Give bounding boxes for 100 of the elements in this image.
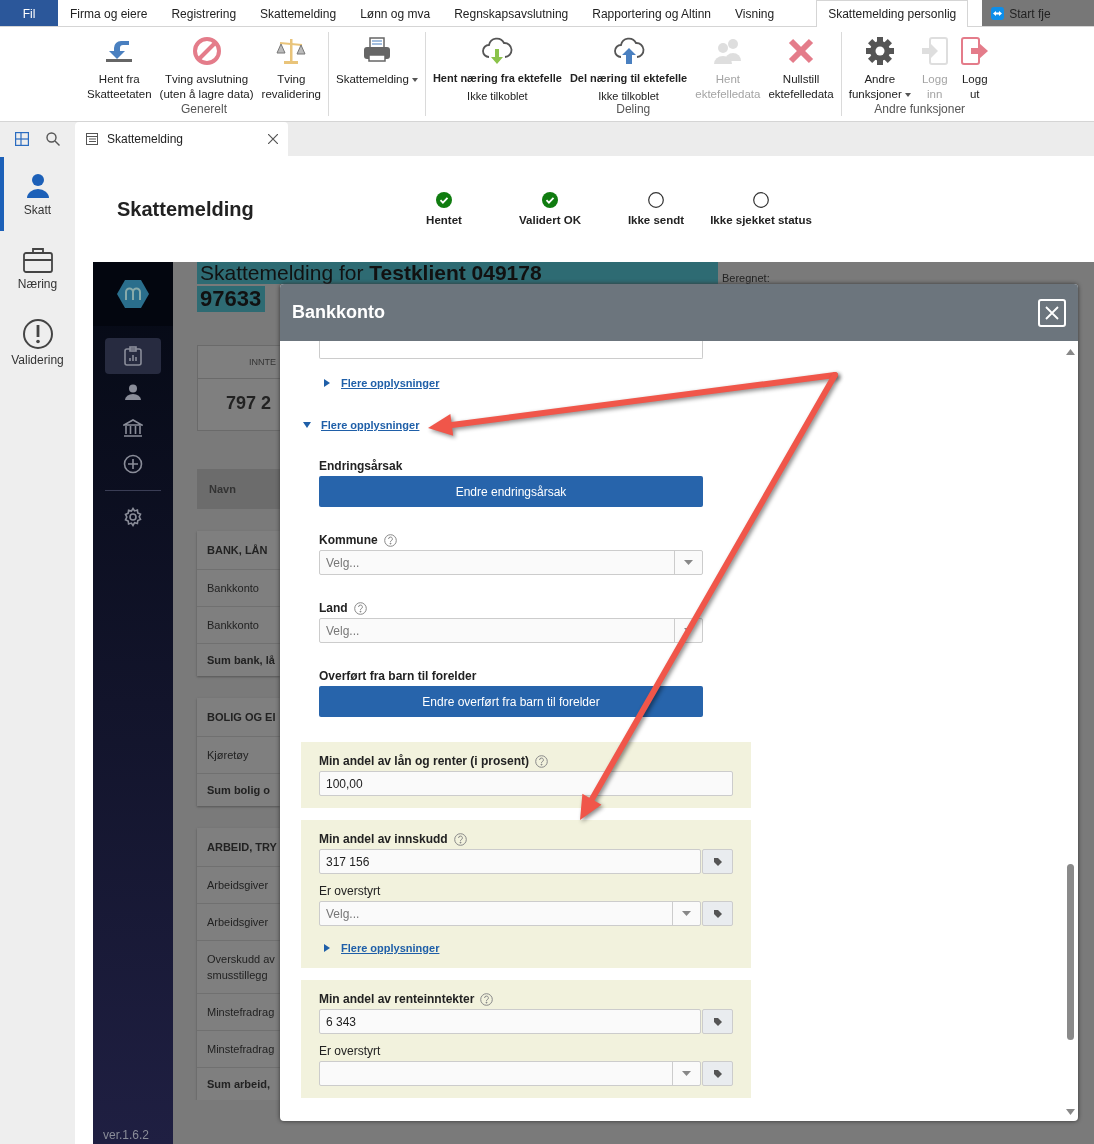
ribbon-button[interactable]: Tving revalidering	[257, 32, 325, 102]
dialog-title: Bankkonto	[292, 302, 385, 323]
settings-icon	[123, 507, 143, 527]
ribbon-button[interactable]: Logg ut	[954, 32, 995, 102]
cloud-upload-icon	[612, 35, 645, 67]
sum-cell: Sum arbeid,	[207, 1078, 270, 1090]
ribbon-button[interactable]: Skattemelding	[332, 32, 422, 100]
scrollbar-thumb[interactable]	[1067, 864, 1074, 1040]
step-label: Hentet	[426, 214, 462, 226]
close-icon[interactable]	[268, 134, 278, 144]
remote-icon	[991, 7, 1005, 20]
section-title: BOLIG OG EI	[207, 711, 276, 723]
add-icon	[123, 454, 143, 474]
section-title: ARBEID, TRY	[207, 841, 277, 853]
tag-icon	[712, 908, 723, 919]
document-icon	[85, 132, 99, 146]
more-info-link[interactable]: Flere opplysninger	[341, 942, 440, 954]
table-cell: Bankkonto	[207, 619, 259, 631]
group-label: Generelt	[180, 102, 228, 116]
document-tab[interactable]: Skattemelding	[75, 122, 288, 156]
person-icon	[125, 384, 141, 400]
client-title: Skattemelding for Testklient 049178	[197, 262, 718, 284]
settings-icon	[863, 35, 896, 67]
help-icon[interactable]	[535, 754, 549, 768]
page-title: Skattemelding	[117, 197, 255, 221]
input-field[interactable]: 6 343	[319, 1009, 701, 1034]
file-tab[interactable]: Fil	[0, 0, 58, 26]
help-icon[interactable]	[353, 601, 367, 615]
tag-button[interactable]	[702, 1061, 733, 1086]
sum-cell: Sum bank, lå	[207, 654, 275, 666]
action-button[interactable]: Endre overført fra barn til forelder	[319, 686, 703, 717]
tag-icon	[712, 856, 723, 867]
input-field[interactable]	[319, 341, 703, 359]
clipboard-chart-icon	[124, 346, 142, 366]
sum-cell: Sum bolig o	[207, 784, 270, 796]
field-label: Min andel av lån og renter (i prosent)	[319, 754, 530, 768]
ribbon-button[interactable]: Hent næring fra ektefelle Ikke tilkoblet	[428, 32, 566, 102]
input-field[interactable]: 100,00	[319, 771, 733, 796]
action-button[interactable]: Endre endringsårsak	[319, 476, 703, 507]
tag-button[interactable]	[702, 1009, 733, 1034]
logo-icon	[116, 279, 150, 309]
panels-icon[interactable]	[14, 132, 29, 146]
table-cell: Overskudd av smusstillegg	[207, 953, 275, 981]
table-cell: Arbeidsgiver	[207, 879, 269, 891]
tag-icon	[712, 1016, 723, 1027]
alert-icon	[21, 317, 54, 350]
nav-item[interactable]: Validering	[0, 305, 75, 379]
select-field[interactable]: Velg...	[319, 901, 701, 926]
app-tab[interactable]: Start fje	[982, 0, 1094, 26]
nav-item[interactable]: Næring	[0, 231, 75, 305]
field-label: Endringsårsak	[319, 459, 404, 473]
tag-button[interactable]	[702, 849, 733, 874]
ribbon-tab[interactable]: Skattemelding personlig	[816, 0, 969, 27]
select-field[interactable]: Velg...	[319, 550, 703, 575]
caret-down-icon	[684, 560, 693, 565]
table-cell: Bankkonto	[207, 582, 259, 594]
field-label: Min andel av renteinntekter	[319, 992, 475, 1006]
caret-right-icon[interactable]	[323, 379, 331, 387]
field-label: Min andel av innskudd	[319, 832, 448, 846]
scrollbar[interactable]	[1066, 349, 1075, 1115]
field-label: Kommune	[319, 533, 378, 547]
caret-down-icon[interactable]	[303, 421, 311, 429]
ribbon-button[interactable]: Del næring til ektefelle Ikke tilkoblet	[565, 32, 692, 102]
search-icon[interactable]	[46, 132, 61, 146]
step-label: Validert OK	[519, 214, 581, 226]
table-cell: Kjøretøy	[207, 749, 249, 761]
tag-button[interactable]	[702, 901, 733, 926]
caret-down-icon	[682, 1071, 691, 1076]
client-number: 97633	[197, 286, 266, 312]
bank-icon	[123, 419, 143, 437]
ribbon-button[interactable]: Andre funksjoner	[844, 32, 915, 102]
help-icon[interactable]	[480, 992, 494, 1006]
close-button[interactable]	[1038, 298, 1066, 327]
select-field[interactable]	[319, 1061, 701, 1086]
step-label: Ikke sendt	[627, 214, 685, 226]
scroll-down-icon[interactable]	[1066, 1109, 1075, 1115]
forbidden-icon	[190, 35, 223, 67]
field-label: Er overstyrt	[319, 884, 381, 898]
field-label: Er overstyrt	[319, 1044, 381, 1058]
ribbon-button[interactable]: Nullstill ektefelledata	[764, 32, 838, 102]
tag-icon	[712, 1068, 723, 1079]
version-label: ver.1.6.2	[102, 1128, 150, 1142]
sidebar-item[interactable]	[105, 338, 161, 374]
field-label: Overført fra barn til forelder	[319, 669, 478, 683]
more-info-link[interactable]: Flere opplysninger	[321, 419, 420, 431]
card-value: 797 2	[225, 392, 273, 414]
section-title: BANK, LÅN	[207, 544, 268, 556]
help-icon[interactable]	[383, 533, 397, 547]
more-info-link[interactable]: Flere opplysninger	[341, 377, 440, 389]
scroll-up-icon[interactable]	[1066, 349, 1075, 355]
table-cell: Minstefradrag	[207, 1043, 275, 1055]
group-label: Andre funksjoner	[873, 102, 967, 116]
ribbon-button[interactable]: Hent fra Skatteetaten	[83, 32, 156, 102]
caret-down-icon	[682, 911, 691, 916]
table-cell: Arbeidsgiver	[207, 916, 269, 928]
caret-right-icon[interactable]	[323, 944, 331, 952]
input-field[interactable]: 317 156	[319, 849, 701, 874]
field-label: Land	[319, 601, 348, 615]
help-icon[interactable]	[453, 832, 467, 846]
ribbon-button[interactable]: Tving avslutning (uten å lagre data)	[155, 32, 258, 102]
